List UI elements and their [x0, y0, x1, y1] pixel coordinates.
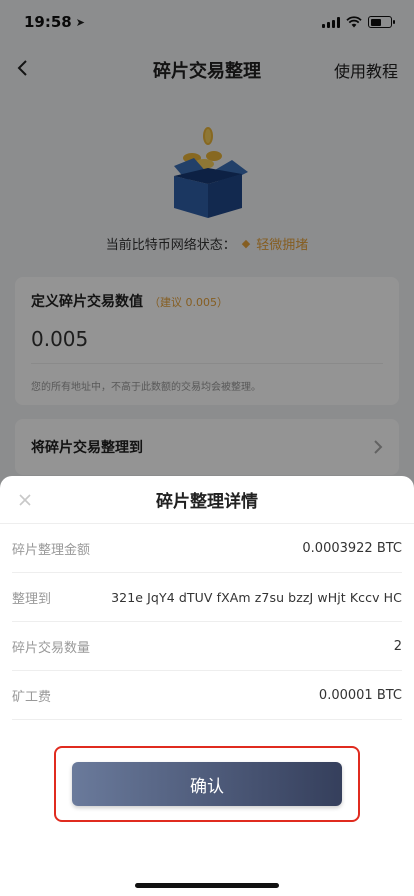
detail-label: 整理到: [12, 591, 52, 607]
confirm-highlight-box: 确认: [54, 746, 360, 822]
detail-row-address: 整理到 321e JqY4 dTUV fXAm z7su bzzJ wHjt K…: [12, 573, 402, 622]
sheet-header: 碎片整理详情: [0, 476, 414, 524]
detail-row-count: 碎片交易数量 2: [12, 622, 402, 671]
detail-list: 碎片整理金额 0.0003922 BTC 整理到 321e JqY4 dTUV …: [0, 524, 414, 720]
close-button[interactable]: [14, 488, 36, 512]
detail-value: 321e JqY4 dTUV fXAm z7su bzzJ wHjt Kccv …: [111, 589, 402, 605]
detail-row-fee: 矿工费 0.00001 BTC: [12, 671, 402, 720]
detail-label: 碎片交易数量: [12, 640, 91, 656]
sheet-title: 碎片整理详情: [156, 492, 258, 512]
detail-label: 矿工费: [12, 689, 52, 705]
detail-label: 碎片整理金额: [12, 542, 91, 558]
detail-value: 0.0003922 BTC: [302, 540, 402, 556]
home-indicator: [135, 883, 279, 888]
confirm-button[interactable]: 确认: [72, 762, 342, 806]
detail-value: 2: [393, 638, 402, 654]
detail-sheet: 碎片整理详情 碎片整理金额 0.0003922 BTC 整理到 321e JqY…: [0, 476, 414, 896]
close-icon: [19, 494, 31, 506]
detail-row-amount: 碎片整理金额 0.0003922 BTC: [12, 524, 402, 573]
detail-value: 0.00001 BTC: [318, 687, 402, 703]
